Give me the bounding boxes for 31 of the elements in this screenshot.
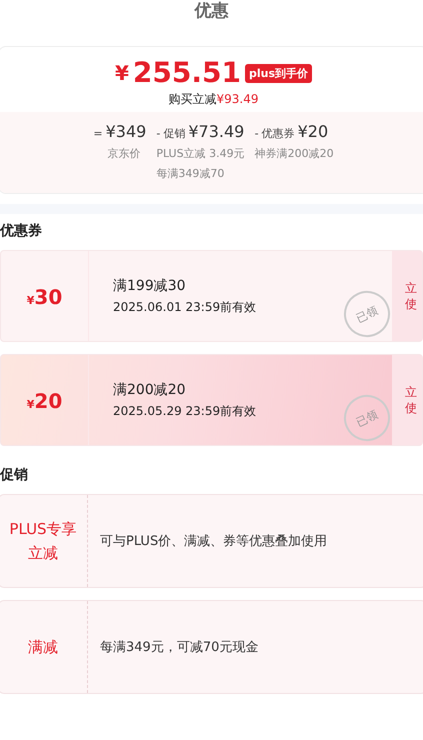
promo-description: 可与PLUS价、满减、券等优惠叠加使用	[100, 533, 328, 550]
currency-symbol: ¥	[26, 294, 34, 307]
operator-sign: =	[93, 127, 103, 140]
use-button[interactable]: 立 使	[392, 355, 422, 445]
price-badge: plus到手价	[244, 64, 312, 82]
coupon-condition: 满200减20	[113, 380, 186, 398]
coupon-condition: 满199减30	[113, 276, 186, 294]
breakdown-note: PLUS立减 3.49元	[156, 146, 245, 161]
coupon-amount: 20	[34, 389, 62, 413]
breakdown-amount: ¥349	[106, 122, 146, 141]
breakdown-amount: ¥73.49	[188, 122, 244, 141]
coupon-validity: 2025.05.29 23:59前有效	[113, 402, 256, 420]
final-price: 255.51	[132, 57, 241, 89]
coupon-validity: 2025.06.01 23:59前有效	[113, 298, 256, 316]
promo-description: 每满349元，可减70元现金	[100, 639, 258, 656]
currency-symbol: ¥	[114, 61, 129, 85]
use-button[interactable]: 立 使	[392, 251, 422, 341]
operator-sign: -	[254, 127, 259, 140]
breakdown-label: 促销	[163, 126, 186, 141]
promo-tag: 满减	[3, 635, 83, 659]
breakdown-note: 每满349减70	[156, 166, 226, 181]
currency-symbol: ¥	[26, 398, 34, 411]
page-title: 优惠	[194, 0, 228, 23]
saving-text: 购买立减¥93.49	[168, 91, 258, 108]
breakdown-note: 京东价	[106, 146, 142, 161]
breakdown-label: 优惠券	[262, 126, 295, 141]
promo-tag: PLUS专享立减	[3, 517, 83, 565]
operator-sign: -	[156, 127, 160, 140]
breakdown-note: 神券满200减20	[254, 146, 334, 161]
coupon-amount: 30	[34, 285, 62, 309]
breakdown-amount: ¥20	[298, 122, 328, 141]
